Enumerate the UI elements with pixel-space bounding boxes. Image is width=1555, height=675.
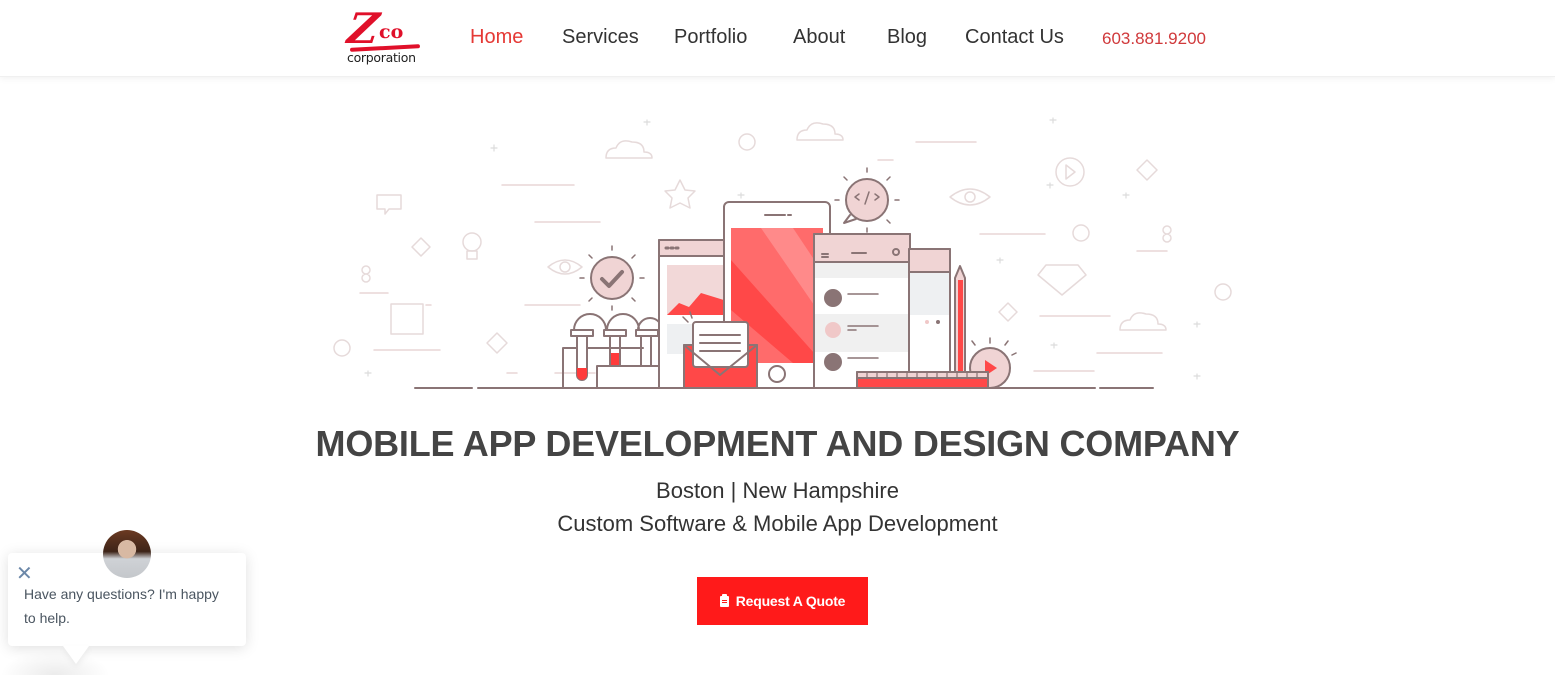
diamond-shape-icon bbox=[1136, 159, 1158, 181]
lightbulb-icon bbox=[462, 232, 482, 252]
chat-shadow bbox=[0, 650, 110, 675]
diamond-shape-icon bbox=[411, 237, 431, 257]
hero-illustration bbox=[333, 117, 1232, 389]
star-icon bbox=[664, 179, 696, 209]
nav-home[interactable]: Home bbox=[470, 26, 523, 49]
hero-locations: Boston | New Hampshire bbox=[656, 478, 899, 503]
browser-window-right bbox=[908, 248, 951, 380]
envelope-icon bbox=[682, 311, 758, 389]
plus-circle-icon bbox=[333, 339, 351, 357]
image-window-icon bbox=[390, 303, 424, 335]
flower-icon bbox=[1162, 225, 1172, 243]
clipboard-icon bbox=[719, 593, 729, 607]
diamond-shape-icon bbox=[486, 332, 508, 354]
cloud-icon bbox=[605, 140, 653, 159]
diamond-shape-icon bbox=[998, 302, 1018, 322]
nav-services[interactable]: Services bbox=[562, 26, 639, 49]
chat-bubble-tail bbox=[63, 646, 89, 664]
nav-portfolio[interactable]: Portfolio bbox=[674, 26, 747, 49]
app-list-window bbox=[813, 233, 911, 389]
plus-circle-icon bbox=[1214, 283, 1232, 301]
ruler-icon bbox=[856, 371, 989, 389]
code-bubble-icon bbox=[834, 167, 900, 233]
request-quote-label: Request A Quote bbox=[735, 593, 846, 609]
site-header: Z co corporation Home Services Portfolio… bbox=[0, 0, 1555, 77]
plus-circle-icon bbox=[1072, 224, 1090, 242]
nav-blog[interactable]: Blog bbox=[887, 26, 927, 49]
close-icon[interactable]: ✕ bbox=[16, 563, 33, 583]
nav-contact-us[interactable]: Contact Us bbox=[965, 26, 1064, 49]
hero-tagline: Custom Software & Mobile App Development bbox=[557, 511, 998, 536]
cloud-icon bbox=[796, 122, 844, 141]
diamond-icon bbox=[1037, 264, 1087, 296]
checkmark-badge-icon bbox=[579, 245, 645, 311]
hero-headline: MOBILE APP DEVELOPMENT AND DESIGN COMPAN… bbox=[315, 423, 1240, 464]
request-quote-button[interactable]: Request A Quote bbox=[697, 577, 868, 625]
logo-mark-suffix: co bbox=[379, 21, 404, 43]
pencil-icon bbox=[954, 265, 966, 379]
agent-avatar[interactable] bbox=[103, 530, 151, 578]
logo-mark: Z bbox=[344, 4, 383, 53]
plus-circle-icon bbox=[738, 133, 756, 151]
flower-icon bbox=[361, 265, 371, 283]
zco-logo[interactable]: Z co corporation bbox=[344, 4, 422, 66]
phone-link[interactable]: 603.881.9200 bbox=[1102, 29, 1206, 49]
chat-message: Have any questions? I'm happy to help. bbox=[24, 586, 219, 626]
play-circle-icon bbox=[1055, 157, 1085, 187]
logo-subtitle: corporation bbox=[347, 50, 416, 65]
nav-about[interactable]: About bbox=[793, 26, 845, 49]
cloud-icon bbox=[1119, 312, 1167, 331]
speech-bubble-icon bbox=[376, 194, 402, 215]
